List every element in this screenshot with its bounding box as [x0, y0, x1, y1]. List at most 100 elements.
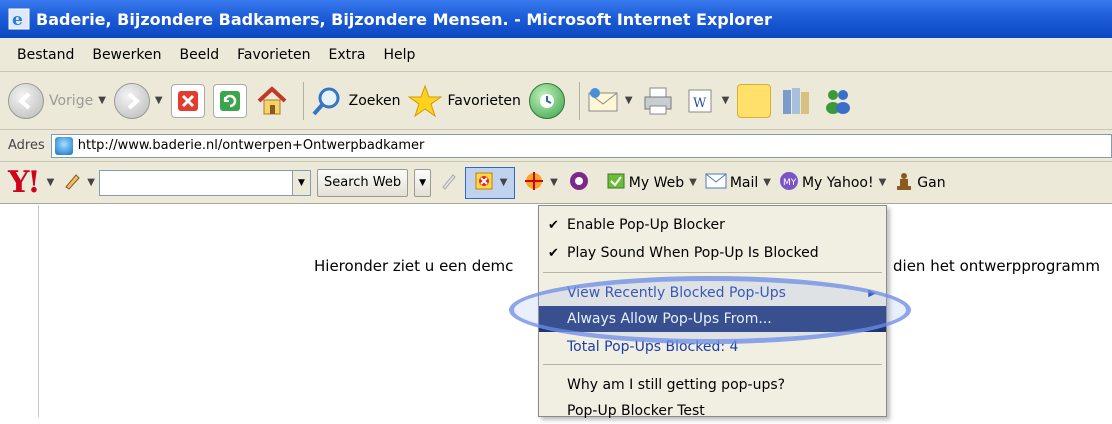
mail-label: Mail: [729, 174, 759, 191]
my-web-dropdown-icon: ▼: [689, 177, 697, 188]
chevron-down-icon: ▼: [419, 177, 427, 188]
menu-bestand[interactable]: Bestand: [8, 47, 83, 63]
star-icon: [408, 84, 443, 118]
checkmark-icon: ✔: [548, 245, 559, 261]
search-button[interactable]: Zoeken: [310, 78, 401, 124]
forward-dropdown-icon[interactable]: ▼: [155, 95, 163, 106]
messenger-button[interactable]: [821, 78, 855, 124]
antispy-icon[interactable]: [568, 170, 590, 196]
menu-item-label: Total Pop-Ups Blocked: 4: [567, 339, 739, 355]
highlight-dropdown-icon[interactable]: ▼: [550, 177, 558, 188]
mail-dropdown-icon: ▼: [763, 177, 771, 188]
envelope-icon: [705, 173, 727, 193]
yahoo-dropdown-icon[interactable]: ▼: [47, 177, 55, 188]
highlight-icon[interactable]: [523, 170, 545, 196]
menu-item-always-allow[interactable]: Always Allow Pop-Ups From...: [539, 306, 886, 332]
print-button[interactable]: [641, 78, 675, 124]
mail-dropdown-icon[interactable]: ▼: [625, 95, 633, 106]
eraser-icon[interactable]: [439, 171, 459, 195]
my-yahoo-label: My Yahoo!: [801, 174, 874, 191]
menu-item-enable-blocker[interactable]: ✔ Enable Pop-Up Blocker: [539, 212, 886, 238]
menu-item-label: Enable Pop-Up Blocker: [567, 217, 725, 233]
menu-item-play-sound[interactable]: ✔ Play Sound When Pop-Up Is Blocked: [539, 240, 886, 266]
toolbar-separator: [302, 81, 304, 120]
standard-toolbar: Vorige ▼ ▼ Zoeken Favorieten ▼ W ▼: [0, 72, 1112, 130]
search-label: Zoeken: [348, 92, 401, 109]
discuss-button[interactable]: [737, 78, 772, 124]
my-yahoo-dropdown-icon: ▼: [878, 177, 887, 188]
my-web-button[interactable]: My Web ▼: [606, 172, 697, 194]
history-icon: [528, 82, 565, 119]
menu-bewerken[interactable]: Bewerken: [83, 47, 170, 63]
search-history-dropdown-icon[interactable]: ▼: [292, 170, 310, 195]
pencil-dropdown-icon[interactable]: ▼: [87, 177, 95, 188]
back-dropdown-icon[interactable]: ▼: [98, 95, 106, 106]
menu-item-view-recent[interactable]: View Recently Blocked Pop-Ups ▶: [539, 280, 886, 306]
popup-blocker-button[interactable]: ▼: [465, 166, 516, 199]
title-bar: e Baderie, Bijzondere Badkamers, Bijzond…: [0, 0, 1112, 38]
menu-separator: [543, 272, 882, 273]
my-yahoo-icon: MY: [779, 171, 799, 195]
menu-beeld[interactable]: Beeld: [170, 47, 228, 63]
note-icon: [737, 83, 772, 118]
refresh-button[interactable]: [212, 78, 247, 124]
games-label: Gan: [917, 174, 946, 191]
my-web-label: My Web: [628, 174, 685, 191]
mail-button[interactable]: ▼: [586, 78, 633, 124]
games-icon: [894, 171, 914, 195]
messenger-icon: [821, 84, 855, 118]
pencil-icon[interactable]: [62, 171, 82, 195]
edit-dropdown-icon[interactable]: ▼: [722, 95, 730, 106]
menu-item-label: Always Allow Pop-Ups From...: [567, 311, 772, 327]
checkmark-icon: ✔: [548, 217, 559, 233]
search-options-dropdown[interactable]: ▼: [414, 168, 432, 197]
back-button[interactable]: Vorige ▼: [8, 78, 106, 124]
menu-item-label: Play Sound When Pop-Up Is Blocked: [567, 245, 819, 261]
back-label: Vorige: [49, 92, 94, 109]
menu-extra[interactable]: Extra: [320, 47, 375, 63]
menu-help[interactable]: Help: [375, 47, 425, 63]
menu-separator: [543, 364, 882, 365]
refresh-icon: [212, 83, 247, 118]
address-input[interactable]: http://www.baderie.nl/ontwerpen+Ontwerpb…: [50, 133, 1112, 158]
search-web-button[interactable]: Search Web: [317, 168, 409, 197]
search-icon: [310, 84, 344, 118]
games-button[interactable]: Gan: [894, 171, 946, 195]
word-edit-icon: W: [683, 84, 717, 118]
popup-blocker-menu: ✔ Enable Pop-Up Blocker ✔ Play Sound Whe…: [538, 205, 887, 419]
mail-envelope-icon: [586, 84, 620, 118]
research-icon: [779, 84, 813, 118]
printer-icon: [641, 84, 675, 118]
mail-yahoo-button[interactable]: Mail ▼: [705, 173, 771, 193]
menu-item-blocker-test[interactable]: Pop-Up Blocker Test: [539, 398, 886, 424]
history-button[interactable]: [528, 78, 565, 124]
popup-blocker-icon: [473, 170, 495, 196]
page-icon: [54, 136, 73, 155]
yahoo-logo[interactable]: Y!: [8, 165, 41, 200]
favorites-button[interactable]: Favorieten: [408, 78, 521, 124]
my-web-icon: [606, 172, 626, 194]
my-yahoo-button[interactable]: MY My Yahoo! ▼: [779, 171, 886, 195]
forward-button[interactable]: ▼: [113, 78, 163, 124]
menu-item-why-popups[interactable]: Why am I still getting pop-ups?: [539, 372, 886, 398]
svg-text:W: W: [693, 96, 707, 111]
window-title: Baderie, Bijzondere Badkamers, Bijzonder…: [36, 9, 772, 29]
favorites-label: Favorieten: [447, 92, 521, 109]
research-button[interactable]: [779, 78, 813, 124]
forward-arrow-icon: [113, 82, 150, 119]
yahoo-search-input[interactable]: ▼: [99, 169, 311, 196]
svg-text:e: e: [12, 10, 23, 30]
menu-item-total-blocked[interactable]: Total Pop-Ups Blocked: 4: [539, 334, 886, 360]
svg-text:MY: MY: [783, 178, 797, 188]
menu-item-label: View Recently Blocked Pop-Ups: [567, 285, 786, 301]
page-text-left: Hieronder ziet u een demc: [314, 257, 514, 275]
home-icon: [255, 84, 289, 118]
address-url: http://www.baderie.nl/ontwerpen+Ontwerpb…: [77, 138, 425, 153]
edit-button[interactable]: W ▼: [683, 78, 730, 124]
toolbar-separator: [578, 81, 580, 120]
home-button[interactable]: [255, 78, 289, 124]
submenu-arrow-icon: ▶: [868, 287, 876, 299]
popup-dropdown-icon: ▼: [499, 177, 508, 188]
menu-favorieten[interactable]: Favorieten: [228, 47, 319, 63]
stop-button[interactable]: [170, 78, 205, 124]
